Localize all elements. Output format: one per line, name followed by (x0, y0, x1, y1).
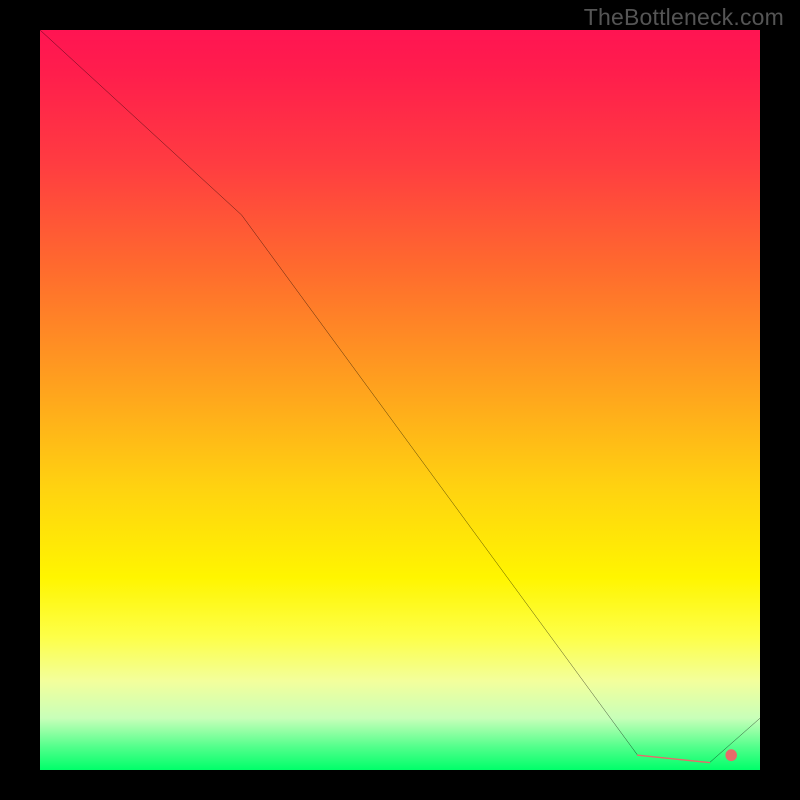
chart-frame: TheBottleneck.com (0, 0, 800, 800)
optimal-endpoint-marker (725, 749, 737, 761)
optimal-range-highlight (638, 755, 710, 762)
attribution-text: TheBottleneck.com (584, 4, 784, 31)
bottleneck-curve-line (40, 30, 760, 763)
chart-svg (40, 30, 760, 770)
chart-gradient-background (40, 30, 760, 770)
